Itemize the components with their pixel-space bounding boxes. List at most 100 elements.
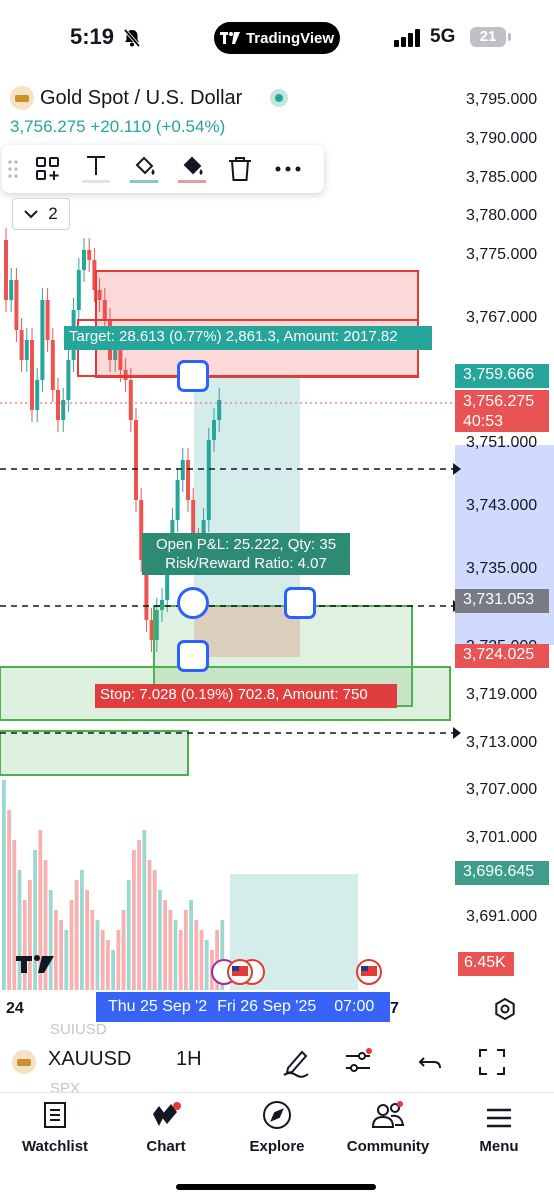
price-tick: 3,767.000 — [466, 309, 538, 326]
symbol-header[interactable]: Gold Spot / U.S. Dollar — [10, 86, 289, 110]
price-tick: 3,691.000 — [466, 908, 538, 925]
candle-body — [87, 250, 92, 260]
volume-price-badge: 3,696.645 — [455, 861, 549, 885]
candle-body — [56, 390, 60, 420]
candle-body — [9, 280, 14, 300]
volume-bar — [33, 850, 37, 990]
risk-reward-text: Risk/Reward Ratio: 4.07 — [165, 555, 327, 572]
price-change-percent: (+0.54%) — [155, 117, 226, 136]
volume-bar — [163, 900, 167, 990]
indicators-count: 2 — [48, 204, 58, 223]
symbol-title: Gold Spot / U.S. Dollar — [40, 86, 243, 109]
bell-muted-icon — [123, 28, 141, 48]
candle-body — [186, 460, 190, 500]
symbol-price-line: 3,756.275 +20.110 (+0.54%) — [10, 117, 225, 137]
volume-bar — [121, 910, 126, 990]
candle-body — [30, 340, 34, 410]
volume-badge: 6.45K — [458, 952, 514, 976]
volume-bar — [80, 870, 84, 990]
volume-bar — [116, 930, 121, 990]
stop-handle[interactable] — [177, 640, 209, 672]
target-handle[interactable] — [177, 360, 209, 392]
candle-body — [40, 300, 45, 380]
indicators-sliders-icon[interactable] — [342, 1046, 374, 1078]
entry-price-badge: 3,731.053 — [455, 589, 549, 613]
volume-bar — [85, 890, 89, 990]
volume-bar — [12, 840, 17, 990]
price-tick: 3,780.000 — [466, 207, 538, 224]
fullscreen-icon[interactable] — [476, 1046, 508, 1078]
text-icon — [82, 156, 110, 183]
stroke-color-button[interactable] — [168, 145, 216, 193]
tab-menu[interactable]: Menu — [444, 1093, 554, 1163]
battery-tip — [508, 33, 511, 41]
bar-countdown: 40:53 — [463, 413, 504, 430]
last-price: 3,756.275 — [10, 117, 86, 136]
target-price-badge: 3,759.666 — [455, 364, 549, 388]
candle-body — [175, 480, 180, 520]
undo-icon[interactable] — [414, 1046, 446, 1078]
candle-body — [76, 270, 81, 310]
volume-bar — [168, 910, 173, 990]
price-tick: 3,713.000 — [466, 734, 538, 751]
volume-bar — [17, 870, 22, 990]
more-icon — [275, 166, 301, 172]
signal-icon — [394, 29, 420, 47]
volume-bar — [7, 810, 11, 990]
text-button[interactable] — [72, 145, 120, 193]
chart-settings-icon[interactable] — [494, 998, 516, 1020]
fill-color-button[interactable] — [120, 145, 168, 193]
price-tick: 3,719.000 — [466, 686, 538, 703]
open-pnl-label: Open P&L: 25.222, Qty: 35 Risk/Reward Ra… — [142, 533, 350, 575]
open-pnl-text: Open P&L: 25.222, Qty: 35 — [155, 536, 337, 553]
drawing-pen-icon[interactable] — [280, 1046, 312, 1078]
market-open-icon — [270, 89, 289, 107]
volume-bar — [69, 900, 74, 990]
price-tick: 3,707.000 — [466, 781, 538, 798]
volume-bar — [158, 890, 162, 990]
volume-bar — [90, 910, 95, 990]
volume-bar — [189, 900, 193, 990]
volume-bar — [142, 830, 147, 990]
gold-icon — [10, 86, 34, 110]
tab-watchlist[interactable]: Watchlist — [0, 1093, 110, 1163]
supply-zone-upper[interactable] — [95, 270, 419, 378]
entry-handle[interactable] — [177, 587, 209, 619]
tab-community[interactable]: Community — [333, 1093, 443, 1163]
time-range-start: Thu 25 Sep '2 — [108, 998, 208, 1015]
interval-selector[interactable]: 1H — [176, 1048, 202, 1071]
indicators-collapse-button[interactable]: 2 — [12, 198, 70, 230]
candle-body — [50, 340, 55, 390]
candle-body — [35, 380, 40, 410]
candle-body — [82, 250, 86, 270]
add-widget-button[interactable] — [24, 145, 72, 193]
width-handle[interactable] — [284, 587, 316, 619]
volume-bar — [199, 930, 204, 990]
demand-zone-3[interactable] — [0, 730, 189, 776]
volume-bar — [173, 920, 178, 990]
axis-selection-highlight — [455, 445, 554, 645]
volume-bar — [95, 920, 100, 990]
network-type: 5G — [430, 26, 456, 47]
add-widget-icon — [36, 157, 59, 180]
tradingview-pill[interactable]: TradingView — [214, 22, 340, 54]
trash-icon — [229, 157, 251, 181]
more-button[interactable] — [264, 145, 312, 193]
candle-body — [134, 420, 138, 500]
tab-chart[interactable]: Chart — [111, 1093, 221, 1163]
drag-grip-icon[interactable] — [2, 145, 24, 193]
ghost-watchlist-item: SUIUSD — [50, 1021, 107, 1038]
symbol-selector[interactable]: XAUUSD — [48, 1048, 131, 1071]
delete-button[interactable] — [216, 145, 264, 193]
tradingview-pill-label: TradingView — [245, 29, 335, 47]
volume-bar — [178, 930, 183, 990]
chevron-down-icon — [24, 209, 38, 218]
volume-bar — [147, 860, 152, 990]
status-bar: 5:19 TradingView 5G 21 — [0, 0, 554, 74]
tab-explore[interactable]: Explore — [222, 1093, 332, 1163]
target-label: Target: 28.613 (0.77%) 2,861.3, Amount: … — [64, 326, 432, 350]
price-tick: 3,735.000 — [466, 560, 538, 577]
price-tick: 3,751.000 — [466, 434, 538, 451]
price-tick: 3,785.000 — [466, 169, 538, 186]
volume-bar — [184, 910, 188, 990]
